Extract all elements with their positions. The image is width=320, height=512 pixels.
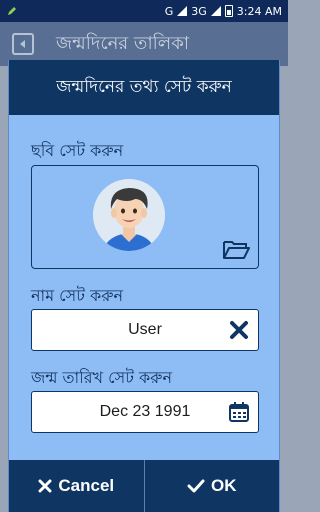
cancel-button[interactable]: Cancel <box>9 460 144 512</box>
calendar-icon[interactable] <box>228 401 250 423</box>
battery-icon <box>224 5 233 17</box>
photo-label: ছবি সেট করুন <box>31 141 124 160</box>
name-value[interactable]: User <box>128 321 162 339</box>
dialog-title: জন্মদিনের তথ্য সেট করুন <box>9 60 279 115</box>
avatar <box>93 179 165 251</box>
status-right: G 3G 3:24 AM <box>165 5 282 18</box>
network2-label: 3G <box>191 4 207 18</box>
folder-open-icon[interactable] <box>222 238 250 260</box>
app-title: জন্মদিনের তালিকা <box>56 32 190 54</box>
signal-icon <box>177 6 188 16</box>
ok-button[interactable]: OK <box>145 460 280 512</box>
signal-icon-2 <box>210 6 221 16</box>
check-icon <box>187 479 205 493</box>
network-label: G <box>164 4 174 18</box>
birthday-dialog: জন্মদিনের তথ্য সেট করুন ছবি সেট করুন নাম… <box>8 60 280 512</box>
dialog-footer: Cancel OK <box>9 460 279 512</box>
dob-value[interactable]: Dec 23 1991 <box>100 403 191 421</box>
avatar-image <box>93 179 165 251</box>
status-left <box>6 5 18 17</box>
dob-label: জন্ম তারিখ সেট করুন <box>31 368 173 387</box>
pen-notification-icon <box>8 7 16 15</box>
clear-icon[interactable] <box>228 319 250 341</box>
name-label: নাম সেট করুন <box>31 286 124 305</box>
back-arrow-icon[interactable] <box>12 33 34 55</box>
name-field[interactable]: User <box>31 309 259 351</box>
close-icon <box>38 479 52 493</box>
cancel-label: Cancel <box>58 476 115 495</box>
status-bar: G 3G 3:24 AM <box>0 0 288 22</box>
status-time: 3:24 AM <box>236 4 282 18</box>
photo-picker[interactable] <box>31 165 259 269</box>
dob-field[interactable]: Dec 23 1991 <box>31 391 259 433</box>
ok-label: OK <box>211 476 237 495</box>
